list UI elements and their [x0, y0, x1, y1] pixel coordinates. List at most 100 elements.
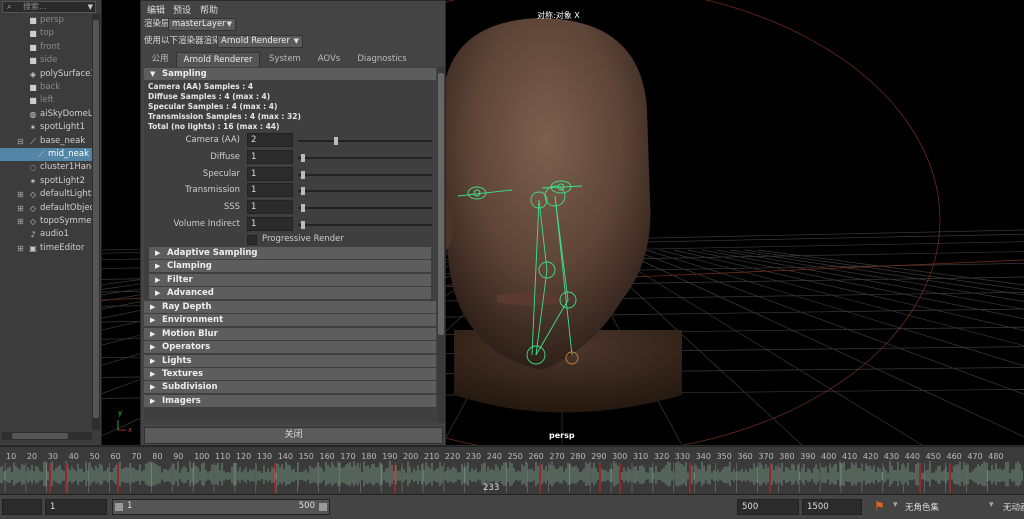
control-value-field[interactable]: 2: [247, 133, 293, 147]
outliner-horizontal-scrollbar[interactable]: [2, 432, 92, 440]
outliner-item[interactable]: ◌ cluster1Hand: [0, 161, 93, 174]
section-header[interactable]: ▶ Motion Blur: [144, 327, 436, 340]
expand-toggle-icon[interactable]: ⊟: [17, 135, 25, 148]
sampling-info-line: Diffuse Samples : 4 (max : 4): [148, 92, 271, 101]
frame-tick-label: 270: [549, 452, 565, 461]
render-layer-dropdown[interactable]: masterLayer ▼: [168, 18, 236, 31]
audio-icon: ♪: [30, 230, 36, 240]
control-slider[interactable]: [298, 187, 432, 196]
subsection-header[interactable]: ▶ Clamping: [149, 260, 431, 273]
range-slider[interactable]: 1 500: [112, 499, 330, 515]
section-header[interactable]: ▶ Textures: [144, 368, 436, 380]
outliner-item[interactable]: ■ side: [0, 54, 92, 67]
outliner-item[interactable]: ■ top: [0, 27, 92, 40]
menu-help[interactable]: 帮助: [200, 3, 218, 16]
control-value-field[interactable]: 1: [247, 200, 293, 215]
section-header[interactable]: ▶ Imagers: [144, 394, 436, 407]
tab-system[interactable]: System: [264, 52, 306, 67]
section-header[interactable]: ▶ Environment: [144, 314, 436, 327]
renderer-dropdown[interactable]: Arnold Renderer ▼: [217, 35, 303, 48]
menu-presets[interactable]: 预设: [173, 3, 191, 16]
frame-tick-label: 390: [800, 452, 816, 461]
outliner-item[interactable]: ■ left: [0, 94, 92, 107]
auto-key-icon[interactable]: ⚑: [874, 499, 888, 515]
scrollbar-thumb[interactable]: [438, 73, 444, 335]
control-slider[interactable]: [298, 153, 432, 162]
slider-knob[interactable]: [300, 170, 305, 179]
frame-tick-label: 110: [215, 452, 231, 461]
control-value-field[interactable]: 1: [247, 149, 293, 164]
outliner-item[interactable]: ■ front: [0, 41, 92, 54]
control-value-field[interactable]: 1: [247, 166, 293, 181]
expand-toggle-icon[interactable]: ⊞: [17, 215, 25, 228]
animation-end-field[interactable]: 1500: [802, 499, 862, 515]
outliner-item[interactable]: ✶ spotLight2: [0, 175, 92, 188]
chevron-down-icon[interactable]: ▼: [88, 2, 93, 12]
outliner-vertical-scrollbar[interactable]: [92, 14, 100, 430]
tab-diagnostics[interactable]: Diagnostics: [352, 52, 412, 67]
control-slider[interactable]: [298, 170, 432, 179]
scrollbar-thumb[interactable]: [93, 20, 99, 418]
outliner-item[interactable]: ■ back: [0, 81, 92, 94]
tab-aovs[interactable]: AOVs: [310, 52, 348, 67]
triangle-right-icon: ▶: [150, 329, 156, 338]
slider-knob[interactable]: [334, 137, 339, 145]
control-value-field[interactable]: 1: [247, 183, 293, 198]
sampling-info-line: Specular Samples : 4 (max : 4): [148, 102, 278, 111]
outliner-item[interactable]: ⊟ ⟋ base_neak: [0, 135, 92, 148]
camera-icon: ■: [29, 29, 37, 39]
outliner-panel: ⌕ 搜索... ▼ ■ persp ■ top ■ front ■ side ◈ polySurf…: [0, 0, 102, 445]
close-button[interactable]: 关闭: [144, 427, 443, 444]
outliner-item-label: mid_neak: [48, 149, 90, 159]
animation-layer-dropdown[interactable]: 无动画: [1003, 501, 1024, 515]
outliner-item[interactable]: ⟋ mid_neak: [0, 148, 92, 161]
section-header[interactable]: ▶ Lights: [144, 354, 436, 367]
menu-edit[interactable]: 编辑: [147, 3, 165, 16]
section-sampling[interactable]: ▼ Sampling: [144, 68, 436, 80]
outliner-item[interactable]: ■ persp: [0, 14, 92, 27]
animation-start-field[interactable]: [2, 499, 42, 515]
control-slider[interactable]: [298, 137, 432, 145]
control-slider[interactable]: [298, 221, 432, 229]
range-start-handle[interactable]: [115, 503, 123, 511]
outliner-item[interactable]: ◍ aiSkyDomeLi: [0, 108, 93, 121]
time-slider[interactable]: 10 20 30 40 50 60 70 80 90 100 110 120 130 140 150 160 1…: [0, 446, 1024, 494]
subsection-header[interactable]: ▶ Advanced: [149, 287, 431, 300]
sampling-info-line: Transmission Samples : 4 (max : 32): [148, 112, 301, 121]
playback-start-field[interactable]: 1: [45, 499, 107, 515]
expand-toggle-icon[interactable]: ⊞: [17, 242, 25, 255]
range-slider-bar: 1 1 500 500 1500 ⚑ ▾ 无角色集 ▾ 无动画: [0, 494, 1024, 519]
slider-knob[interactable]: [300, 187, 305, 196]
character-set-icon[interactable]: ▾: [893, 500, 898, 510]
subsection-header[interactable]: ▶ Filter: [149, 273, 431, 286]
outliner-item[interactable]: ⊞ ◇ defaultLightS: [0, 188, 92, 201]
subsection-header[interactable]: ▶ Adaptive Sampling: [149, 247, 431, 259]
section-header[interactable]: ▶ Subdivision: [144, 381, 436, 394]
expand-toggle-icon[interactable]: ⊞: [17, 202, 25, 215]
section-header[interactable]: ▶ Operators: [144, 341, 436, 354]
triangle-right-icon: ▶: [150, 316, 156, 325]
expand-toggle-icon[interactable]: ⊞: [17, 188, 25, 201]
character-set-dropdown[interactable]: 无角色集: [905, 501, 975, 515]
playback-end-field[interactable]: 500: [737, 499, 799, 515]
range-end-handle[interactable]: [319, 503, 327, 511]
render-settings-scrollbar[interactable]: [437, 67, 445, 423]
scrollbar-thumb[interactable]: [12, 433, 68, 439]
outliner-item[interactable]: ♪ audio1: [0, 228, 92, 241]
control-slider[interactable]: [298, 204, 432, 213]
chevron-down-icon: ▼: [226, 20, 232, 28]
control-value-field[interactable]: 1: [247, 217, 293, 231]
outliner-item[interactable]: ⊞ ◇ defaultObjec: [0, 202, 92, 215]
slider-knob[interactable]: [300, 221, 305, 229]
slider-knob[interactable]: [300, 204, 305, 213]
outliner-item[interactable]: ✶ spotLight1: [0, 121, 92, 134]
section-header[interactable]: ▶ Ray Depth: [144, 301, 436, 313]
progressive-render-checkbox[interactable]: [247, 235, 257, 245]
search-input[interactable]: ⌕ 搜索... ▼: [2, 1, 96, 13]
tab-common[interactable]: 公用: [146, 52, 174, 67]
outliner-item[interactable]: ⊞ ▣ timeEditor: [0, 242, 92, 255]
outliner-item[interactable]: ◈ polySurface1: [0, 68, 92, 81]
outliner-item[interactable]: ⊞ ◇ topoSymmet: [0, 215, 92, 228]
tab-arnold-renderer[interactable]: Arnold Renderer: [176, 52, 260, 67]
slider-knob[interactable]: [300, 153, 305, 162]
